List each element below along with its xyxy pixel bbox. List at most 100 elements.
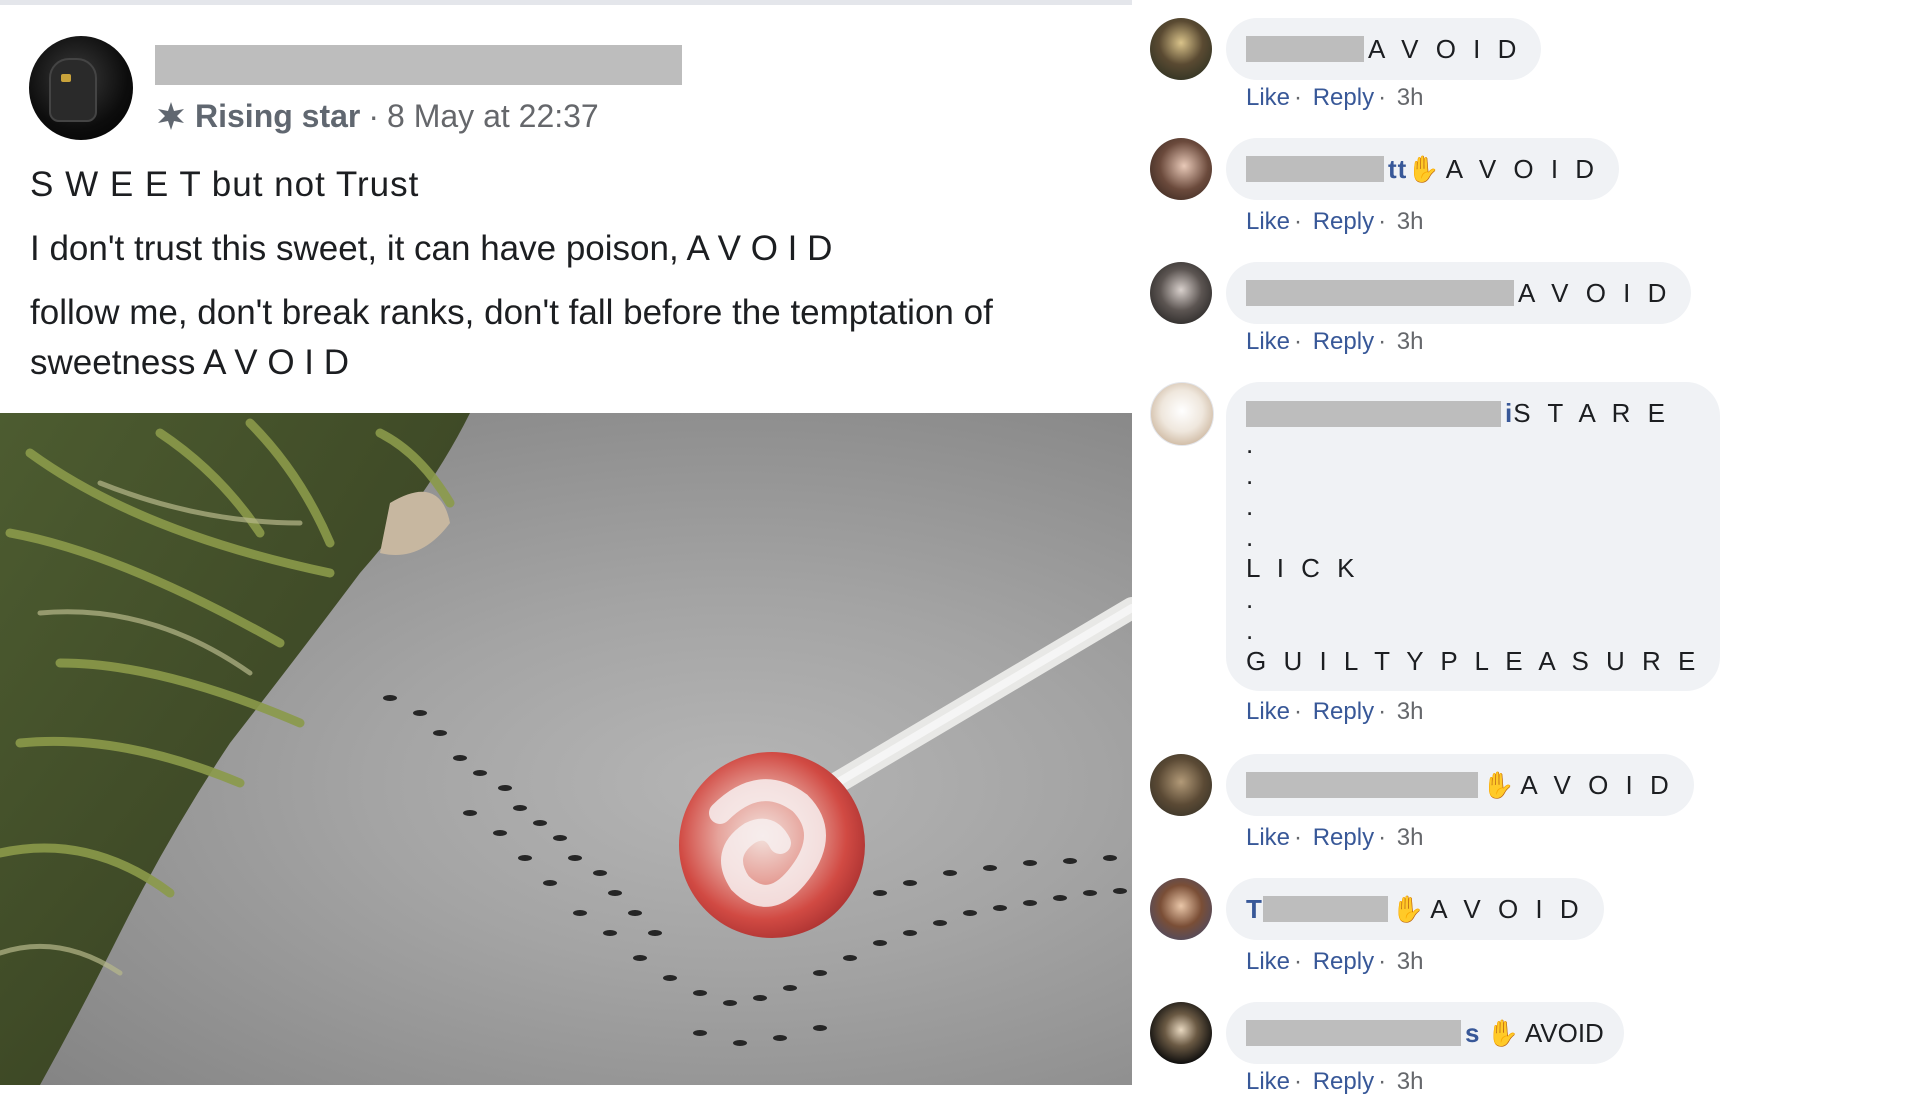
- separator: ·: [1378, 84, 1387, 111]
- like-link[interactable]: Like: [1246, 328, 1290, 355]
- separator: ·: [1294, 948, 1303, 975]
- rising-star-badge[interactable]: Rising star: [195, 98, 360, 135]
- comment-actions: Like · Reply · 3h: [1246, 208, 1427, 236]
- post-paragraph: I don't trust this sweet, it can have po…: [30, 229, 833, 268]
- like-link[interactable]: Like: [1246, 84, 1290, 111]
- comment-time[interactable]: 3h: [1397, 698, 1424, 725]
- reply-link[interactable]: Reply: [1313, 208, 1374, 235]
- comment-bubble: A V O I D: [1226, 18, 1542, 80]
- commenter-avatar[interactable]: [1150, 754, 1212, 816]
- comment-line: G U I L T Y P L E A S U R E: [1246, 646, 1701, 676]
- comment-time[interactable]: 3h: [1397, 208, 1424, 235]
- divider: [0, 0, 1132, 5]
- comment-bubble: s ✋ AVOID: [1226, 1002, 1624, 1064]
- post-paragraph: S W E E T but not Trust: [30, 165, 420, 204]
- comment-actions: Like · Reply · 3h: [1246, 328, 1427, 356]
- commenter-name-redacted[interactable]: [1246, 280, 1514, 306]
- separator: ·: [1378, 824, 1387, 851]
- separator: ·: [1294, 824, 1303, 851]
- like-link[interactable]: Like: [1246, 824, 1290, 851]
- comment-time[interactable]: 3h: [1397, 84, 1424, 111]
- comment-actions: Like · Reply · 3h: [1246, 698, 1427, 726]
- waving-hand-icon: ✋: [1391, 893, 1425, 924]
- commenter-avatar[interactable]: [1150, 382, 1214, 446]
- reply-link[interactable]: Reply: [1313, 824, 1374, 851]
- commenter-avatar[interactable]: [1150, 1002, 1212, 1064]
- comment-line: .: [1246, 522, 1259, 552]
- like-link[interactable]: Like: [1246, 208, 1290, 235]
- comment-time[interactable]: 3h: [1397, 824, 1424, 851]
- commenter-avatar[interactable]: [1150, 262, 1212, 324]
- comment-actions: Like · Reply · 3h: [1246, 84, 1427, 112]
- waving-hand-icon: ✋: [1486, 1017, 1519, 1048]
- comment-line: L I C K: [1246, 553, 1360, 583]
- separator: ·: [1378, 328, 1387, 355]
- commenter-name-redacted[interactable]: [1246, 400, 1501, 427]
- like-link[interactable]: Like: [1246, 698, 1290, 725]
- separator: ·: [1294, 1068, 1303, 1095]
- author-avatar[interactable]: [29, 36, 133, 140]
- separator: ·: [1294, 84, 1303, 111]
- comment-text: A V O I D: [1520, 769, 1674, 800]
- comment-text: AVOID: [1524, 1017, 1604, 1048]
- rising-star-icon: [158, 102, 184, 130]
- like-link[interactable]: Like: [1246, 948, 1290, 975]
- comment-line: .: [1246, 460, 1259, 490]
- separator: ·: [1378, 208, 1387, 235]
- comment-text: S T A R E: [1513, 398, 1671, 428]
- commenter-name-redacted[interactable]: [1246, 156, 1384, 182]
- reply-link[interactable]: Reply: [1313, 328, 1374, 355]
- comment-text: A V O I D: [1445, 153, 1600, 184]
- post-card: Rising star · 8 May at 22:37 S W E E T b…: [0, 0, 1132, 1085]
- reply-link[interactable]: Reply: [1313, 698, 1374, 725]
- commenter-avatar[interactable]: [1150, 878, 1212, 940]
- comment-time[interactable]: 3h: [1397, 1068, 1424, 1095]
- post-photo-lollipop-ants[interactable]: [0, 413, 1132, 1085]
- commenter-name-redacted[interactable]: [1246, 772, 1478, 798]
- comment-line: .: [1246, 491, 1259, 521]
- comment-bubble: i S T A R E . . . . L I C K . . G U I L …: [1226, 382, 1721, 691]
- commenter-avatar[interactable]: [1150, 138, 1212, 200]
- comment-text: A V O I D: [1518, 277, 1672, 308]
- reply-link[interactable]: Reply: [1313, 84, 1374, 111]
- commenter-name-redacted[interactable]: [1246, 36, 1364, 62]
- separator: ·: [1378, 698, 1387, 725]
- separator: ·: [1294, 208, 1303, 235]
- comment-bubble: tt ✋ A V O I D: [1226, 138, 1620, 200]
- reply-link[interactable]: Reply: [1313, 948, 1374, 975]
- avatar-figure: [49, 58, 97, 122]
- commenter-name-fragment[interactable]: s: [1465, 1018, 1480, 1049]
- post-paragraph: follow me, don't break ranks, don't fall…: [30, 293, 993, 382]
- comment-time[interactable]: 3h: [1397, 328, 1424, 355]
- comment-bubble: T ✋ A V O I D: [1226, 878, 1604, 940]
- comment-actions: Like · Reply · 3h: [1246, 1068, 1427, 1096]
- commenter-name-fragment[interactable]: tt: [1388, 154, 1407, 185]
- reply-link[interactable]: Reply: [1313, 1068, 1374, 1095]
- comment-time[interactable]: 3h: [1397, 948, 1424, 975]
- commenter-name-redacted[interactable]: [1246, 1020, 1461, 1046]
- comment-text: A V O I D: [1430, 893, 1584, 924]
- comment-line: .: [1246, 584, 1259, 614]
- commenter-avatar[interactable]: [1150, 18, 1212, 80]
- author-name-redacted: [155, 45, 682, 85]
- comments-list: A V O I D Like · Reply · 3h tt ✋ A V O I D…: [1132, 0, 1920, 1095]
- like-link[interactable]: Like: [1246, 1068, 1290, 1095]
- comment-bubble: A V O I D: [1226, 262, 1692, 324]
- commenter-name-redacted[interactable]: [1262, 896, 1388, 922]
- post-body: S W E E T but not Trust I don't trust th…: [30, 160, 1110, 402]
- waving-hand-icon: ✋: [1482, 769, 1515, 800]
- commenter-name-fragment[interactable]: i: [1505, 398, 1513, 429]
- comment-actions: Like · Reply · 3h: [1246, 948, 1427, 976]
- comment-actions: Like · Reply · 3h: [1246, 824, 1427, 852]
- comment-text: A V O I D: [1368, 33, 1522, 64]
- comment-line: .: [1246, 615, 1259, 645]
- comment-bubble: ✋ A V O I D: [1226, 754, 1694, 816]
- post-meta: Rising star · 8 May at 22:37: [155, 97, 599, 135]
- separator: ·: [1378, 1068, 1387, 1095]
- post-timestamp[interactable]: 8 May at 22:37: [387, 98, 599, 135]
- commenter-name-fragment[interactable]: T: [1246, 894, 1263, 925]
- comment-line: .: [1246, 429, 1259, 459]
- waving-hand-icon: ✋: [1407, 153, 1440, 184]
- comment-line: i S T A R E: [1246, 398, 1700, 429]
- separator: ·: [1294, 698, 1303, 725]
